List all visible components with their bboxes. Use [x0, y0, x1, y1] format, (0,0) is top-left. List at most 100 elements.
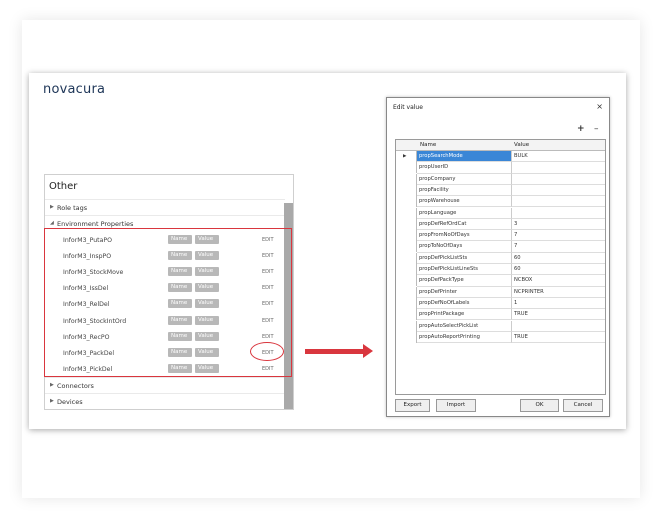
- property-value-cell[interactable]: [512, 185, 605, 197]
- name-field[interactable]: Name: [168, 331, 192, 341]
- property-value-cell[interactable]: BULK: [512, 151, 605, 163]
- row-connectors[interactable]: ▶ Connectors: [45, 377, 285, 393]
- grid-row[interactable]: propFacility: [396, 184, 605, 197]
- row-selector[interactable]: [396, 286, 417, 298]
- property-value-cell[interactable]: [512, 321, 605, 332]
- property-name-cell[interactable]: propAutoReportPrinting: [417, 331, 512, 344]
- property-name-cell[interactable]: propFacility: [417, 184, 512, 197]
- property-name-cell[interactable]: propPrintPackage: [417, 309, 512, 321]
- property-value-cell[interactable]: [512, 208, 605, 219]
- property-value-cell[interactable]: 7: [512, 230, 605, 242]
- add-row-icon[interactable]: +: [577, 124, 585, 134]
- edit-link[interactable]: EDIT: [262, 350, 274, 356]
- property-name-cell[interactable]: propCompany: [417, 173, 512, 185]
- property-name-cell[interactable]: propToNoOfDays: [417, 241, 512, 253]
- grid-row[interactable]: propFromNoOfDays 7: [396, 230, 605, 242]
- edit-link[interactable]: EDIT: [262, 366, 274, 372]
- row-selector[interactable]: [396, 196, 417, 208]
- row-selector[interactable]: [396, 309, 417, 321]
- grid-row[interactable]: propCompany: [396, 173, 605, 185]
- property-value-cell[interactable]: 60: [512, 253, 605, 264]
- property-name-cell[interactable]: propDefPickListSts: [417, 252, 512, 264]
- value-field[interactable]: Value: [195, 315, 219, 325]
- row-role-tags[interactable]: ▶ Role tags: [45, 199, 285, 215]
- row-selector[interactable]: [396, 207, 417, 219]
- grid-row[interactable]: propDefPackType NCBOX: [396, 275, 605, 287]
- row-selector[interactable]: [396, 162, 417, 174]
- edit-link[interactable]: EDIT: [262, 318, 274, 324]
- property-name-cell[interactable]: propSearchMode: [417, 151, 512, 163]
- property-value-cell[interactable]: [512, 196, 605, 208]
- row-selector[interactable]: [396, 241, 417, 253]
- grid-row[interactable]: propDefRefOrdCat 3: [396, 218, 605, 231]
- value-field[interactable]: Value: [195, 363, 219, 373]
- row-environment-properties[interactable]: ◢ Environment Properties: [45, 215, 285, 231]
- grid-row[interactable]: propWarehouse: [396, 196, 605, 208]
- row-selector[interactable]: ▶: [396, 151, 417, 162]
- grid-row[interactable]: propPrintPackage TRUE: [396, 309, 605, 321]
- property-name-cell[interactable]: propWarehouse: [417, 196, 512, 208]
- grid-row[interactable]: propDefPickListLineSts 60: [396, 264, 605, 276]
- property-value-cell[interactable]: TRUE: [512, 309, 605, 321]
- property-value-cell[interactable]: 3: [512, 219, 605, 231]
- property-value-cell[interactable]: 1: [512, 298, 605, 310]
- value-field[interactable]: Value: [195, 283, 219, 293]
- row-selector[interactable]: [396, 173, 417, 185]
- grid-row[interactable]: ▶ propSearchMode BULK: [396, 151, 605, 163]
- name-field[interactable]: Name: [168, 267, 192, 277]
- name-field[interactable]: Name: [168, 251, 192, 261]
- edit-link[interactable]: EDIT: [262, 301, 274, 307]
- name-field[interactable]: Name: [168, 347, 192, 357]
- value-field[interactable]: Value: [195, 299, 219, 309]
- panel-scrollbar[interactable]: [284, 203, 293, 409]
- row-selector[interactable]: [396, 218, 417, 230]
- value-field[interactable]: Value: [195, 251, 219, 261]
- grid-row[interactable]: propDefNoOfLabels 1: [396, 297, 605, 310]
- property-name-cell[interactable]: propDefRefOrdCat: [417, 218, 512, 231]
- edit-link[interactable]: EDIT: [262, 285, 274, 291]
- value-field[interactable]: Value: [195, 267, 219, 277]
- edit-link[interactable]: EDIT: [262, 253, 274, 259]
- name-field[interactable]: Name: [168, 283, 192, 293]
- value-field[interactable]: Value: [195, 331, 219, 341]
- grid-row[interactable]: propUserID: [396, 162, 605, 174]
- property-name-cell[interactable]: propDefNoOfLabels: [417, 297, 512, 310]
- name-field[interactable]: Name: [168, 299, 192, 309]
- grid-row[interactable]: propDefPrinter NCPRINTER: [396, 286, 605, 298]
- property-value-cell[interactable]: TRUE: [512, 332, 605, 344]
- name-field[interactable]: Name: [168, 363, 192, 373]
- property-value-cell[interactable]: [512, 174, 605, 185]
- property-value-cell[interactable]: 60: [512, 264, 605, 276]
- property-name-cell[interactable]: propDefPickListLineSts: [417, 264, 512, 276]
- property-name-cell[interactable]: propDefPrinter: [417, 286, 512, 298]
- name-field[interactable]: Name: [168, 315, 192, 325]
- edit-link[interactable]: EDIT: [262, 334, 274, 340]
- property-name-cell[interactable]: propUserID: [417, 162, 512, 174]
- property-name-cell[interactable]: propLanguage: [417, 207, 512, 219]
- property-value-cell[interactable]: [512, 162, 605, 174]
- row-selector[interactable]: [396, 264, 417, 275]
- value-field[interactable]: Value: [195, 235, 219, 244]
- cancel-button[interactable]: Cancel: [563, 399, 603, 412]
- name-field[interactable]: Name: [168, 235, 192, 244]
- property-name-cell[interactable]: propAutoSelectPickList: [417, 320, 512, 332]
- property-value-cell[interactable]: NCPRINTER: [512, 287, 605, 298]
- grid-row[interactable]: propAutoReportPrinting TRUE: [396, 331, 605, 344]
- grid-row[interactable]: propDefPickListSts 60: [396, 252, 605, 264]
- edit-link[interactable]: EDIT: [262, 269, 274, 275]
- row-selector[interactable]: [396, 184, 417, 196]
- grid-row[interactable]: propLanguage: [396, 207, 605, 219]
- row-selector[interactable]: [396, 331, 417, 343]
- ok-button[interactable]: OK: [520, 399, 559, 412]
- row-selector[interactable]: [396, 252, 417, 264]
- value-field[interactable]: Value: [195, 347, 219, 357]
- row-selector[interactable]: [396, 230, 417, 242]
- row-selector[interactable]: [396, 320, 417, 332]
- remove-row-icon[interactable]: –: [594, 124, 599, 134]
- property-name-cell[interactable]: propFromNoOfDays: [417, 230, 512, 242]
- close-icon[interactable]: ×: [596, 102, 603, 111]
- row-selector[interactable]: [396, 297, 417, 309]
- row-selector[interactable]: [396, 275, 417, 287]
- property-value-cell[interactable]: 7: [512, 241, 605, 253]
- grid-row[interactable]: propAutoSelectPickList: [396, 320, 605, 332]
